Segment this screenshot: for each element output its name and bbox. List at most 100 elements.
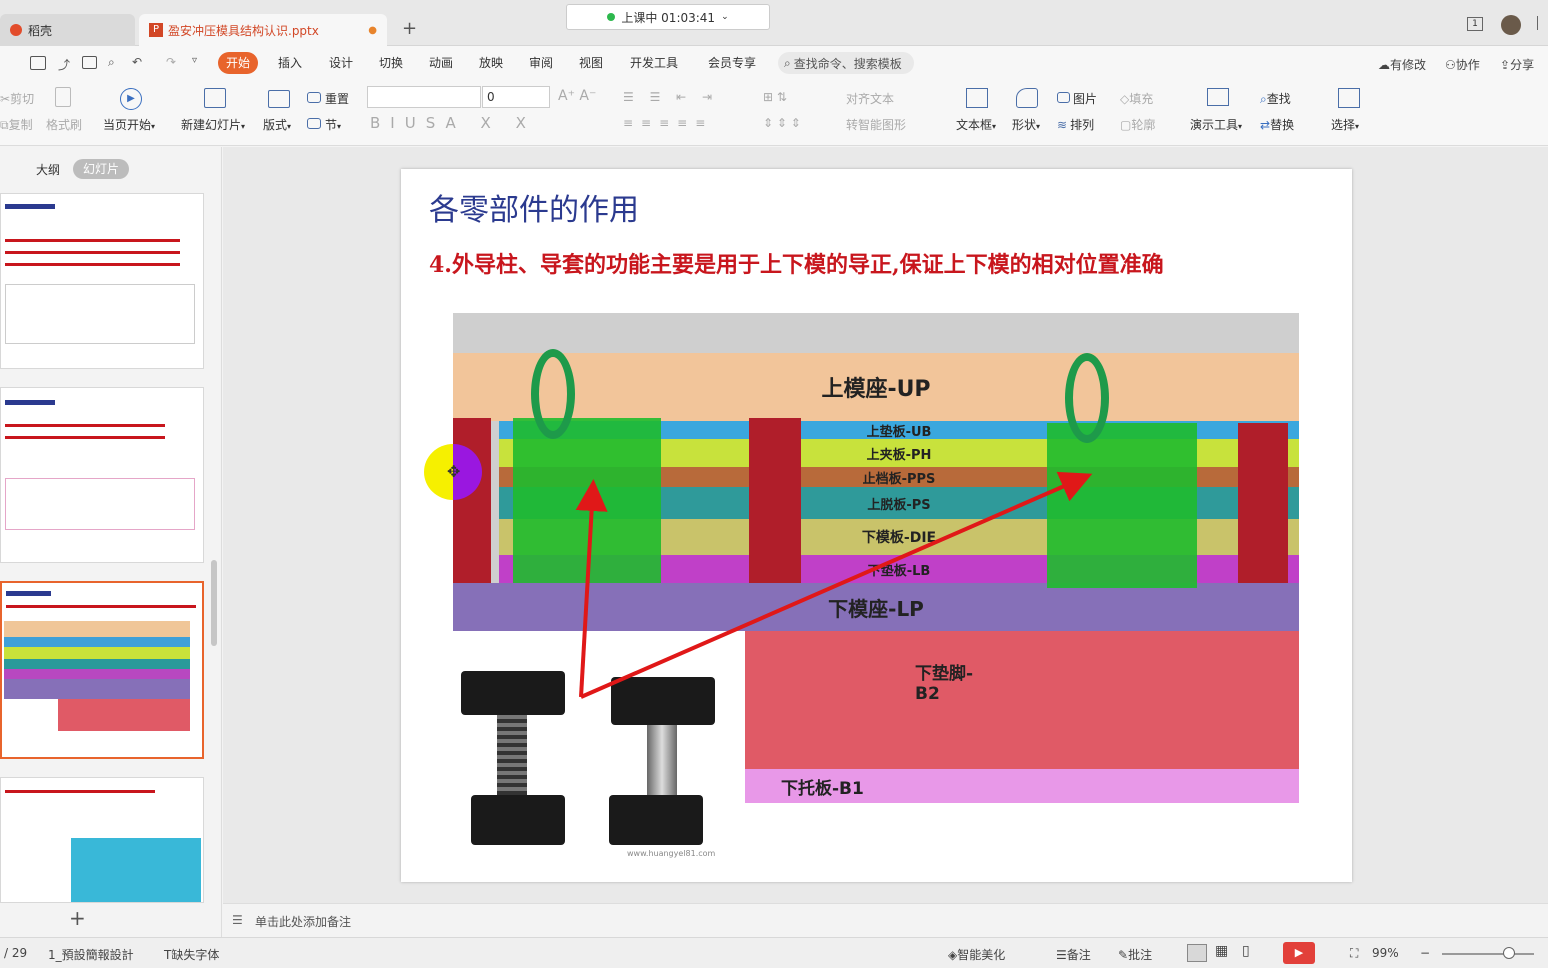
picture-button[interactable]: 图片: [1057, 90, 1097, 107]
outline-button[interactable]: ▢轮廓: [1120, 116, 1155, 133]
save-icon[interactable]: [30, 56, 46, 70]
reset-button[interactable]: 重置: [307, 90, 349, 107]
scissors-icon: ✂: [0, 92, 11, 106]
thumb-title: [5, 204, 55, 209]
tab-animation[interactable]: 动画: [421, 52, 461, 74]
tab-design[interactable]: 设计: [321, 52, 361, 74]
replace-button[interactable]: ⇄替换: [1260, 116, 1294, 133]
cursor-icon: ✥: [447, 462, 461, 481]
slide-sorter-icon[interactable]: ▦: [1215, 943, 1228, 959]
slides-tab[interactable]: 幻灯片: [73, 159, 129, 179]
zoom-slider-thumb[interactable]: [1503, 947, 1515, 959]
slide-thumbnail[interactable]: [0, 387, 204, 563]
tab-insert[interactable]: 插入: [270, 52, 310, 74]
tab-member[interactable]: 会员专享: [700, 52, 764, 74]
page-indicator-icon[interactable]: 1: [1467, 17, 1483, 31]
undo-icon[interactable]: ↶: [132, 55, 142, 69]
reading-view-icon[interactable]: ▯: [1242, 943, 1250, 959]
present-tools-button[interactable]: 演示工具▾: [1190, 116, 1242, 133]
notes-area[interactable]: ☰ 单击此处添加备注: [223, 903, 1548, 937]
tab-document[interactable]: P 盈安冲压模具结构认识.pptx ●: [139, 14, 387, 46]
outline-tab[interactable]: 大纲: [36, 161, 60, 178]
search-icon: ⌕: [1260, 92, 1267, 106]
align-icons[interactable]: ≡≡≡≡≡: [623, 116, 713, 130]
chevron-down-icon: ▾: [151, 122, 156, 131]
command-search-placeholder: 查找命令、搜索模板: [793, 56, 902, 71]
thumb-layer: [4, 669, 190, 679]
play-from-current-button[interactable]: 当页开始▾: [103, 116, 155, 133]
tab-home-label: 稻壳: [28, 23, 53, 38]
thumb-layer: [4, 647, 190, 659]
copy-button[interactable]: ⧉复制: [0, 116, 33, 133]
zoom-level[interactable]: 99%: [1372, 946, 1399, 960]
collaborate-button[interactable]: ⚇协作: [1445, 56, 1480, 73]
align-text-button[interactable]: 对齐文本: [846, 90, 894, 107]
tab-view[interactable]: 视图: [571, 52, 611, 74]
normal-view-icon[interactable]: [1187, 944, 1207, 962]
copy-icon: ⧉: [0, 118, 9, 132]
print-icon[interactable]: [82, 56, 97, 69]
cut-button[interactable]: ✂剪切: [0, 90, 34, 107]
font-family-select[interactable]: [367, 86, 481, 108]
slide-thumbnail[interactable]: [0, 193, 204, 369]
tab-home[interactable]: 稻壳: [0, 14, 135, 46]
slide-thumbnail-selected[interactable]: [0, 581, 204, 759]
theme-name[interactable]: 1_預設簡報設計: [48, 946, 134, 963]
smart-shape-button[interactable]: 转智能图形: [846, 116, 906, 133]
chevron-down-icon: ⌄: [721, 12, 729, 22]
command-search[interactable]: ⌕ 查找命令、搜索模板: [778, 52, 914, 74]
line-spacing-icon[interactable]: ⇕ ⇕ ⇕: [763, 116, 801, 130]
beautify-button[interactable]: ◈智能美化: [948, 946, 1005, 963]
tab-slideshow[interactable]: 放映: [471, 52, 511, 74]
notes-toggle[interactable]: ☰备注: [1056, 946, 1091, 963]
text-format-icons[interactable]: BIUSA X X: [370, 114, 536, 132]
textbox-icon: [966, 88, 988, 108]
window-controls[interactable]: [1537, 16, 1547, 30]
missing-font-button[interactable]: T缺失字体: [164, 946, 219, 963]
fill-button[interactable]: ◇填充: [1120, 90, 1153, 107]
arrange-button[interactable]: ≋ 排列: [1057, 116, 1094, 133]
comment-button[interactable]: ✎批注: [1118, 946, 1152, 963]
play-icon: ▶: [120, 88, 142, 110]
notes-icon: ☰: [232, 913, 243, 927]
layout-icon: [268, 90, 290, 108]
textbox-button[interactable]: 文本框▾: [956, 116, 996, 133]
share-button[interactable]: ⇪分享: [1500, 56, 1534, 73]
tab-developer[interactable]: 开发工具: [622, 52, 686, 74]
shape-button[interactable]: 形状▾: [1012, 116, 1040, 133]
format-painter-button[interactable]: 格式刷: [46, 116, 82, 133]
new-slide-button[interactable]: 新建幻灯片▾: [181, 116, 245, 133]
text-direction-icon[interactable]: ⊞ ⇅: [763, 90, 787, 104]
font-grow-icon[interactable]: A⁺ A⁻: [558, 88, 596, 104]
zoom-out-icon[interactable]: −: [1420, 946, 1430, 960]
quick-access-dropdown-icon[interactable]: ▿: [192, 55, 197, 66]
play-slideshow-button[interactable]: ▶: [1283, 942, 1315, 964]
slide-canvas[interactable]: 各零部件的作用 4.外导柱、导套的功能主要是用于上下模的导正,保证上下模的相对位…: [401, 169, 1352, 882]
tab-transition[interactable]: 切换: [371, 52, 411, 74]
preview-icon[interactable]: ⌕: [108, 55, 115, 70]
zoom-slider[interactable]: [1442, 953, 1534, 955]
add-slide-icon[interactable]: +: [69, 906, 86, 930]
slide-counter: / 29: [4, 946, 28, 960]
new-tab-icon[interactable]: +: [402, 18, 417, 39]
tab-start[interactable]: 开始: [218, 52, 259, 74]
find-button[interactable]: ⌕查找: [1260, 90, 1291, 107]
tab-document-label: 盈安冲压模具结构认识.pptx: [168, 23, 319, 38]
notes-placeholder[interactable]: 单击此处添加备注: [255, 913, 351, 930]
slide-thumbnail[interactable]: [0, 777, 204, 903]
select-button[interactable]: 选择▾: [1331, 116, 1359, 133]
has-changes-button[interactable]: ☁有修改: [1378, 56, 1426, 73]
redo-icon[interactable]: ↷: [166, 55, 176, 69]
tab-review[interactable]: 审阅: [521, 52, 561, 74]
panel-scrollbar[interactable]: [211, 560, 217, 646]
list-icons[interactable]: ☰ ☰ ⇤ ⇥: [623, 90, 718, 104]
layout-button[interactable]: 版式▾: [263, 116, 291, 133]
font-size-input[interactable]: 0: [482, 86, 550, 108]
section-icon: [307, 118, 321, 129]
fit-window-icon[interactable]: ⛶: [1350, 946, 1358, 961]
recording-indicator[interactable]: 上课中 01:03:41 ⌄: [566, 4, 770, 30]
avatar[interactable]: [1501, 15, 1521, 35]
section-button[interactable]: 节▾: [307, 116, 341, 133]
share-icon: ⇪: [1500, 58, 1511, 72]
output-icon[interactable]: ⤴: [58, 56, 70, 73]
